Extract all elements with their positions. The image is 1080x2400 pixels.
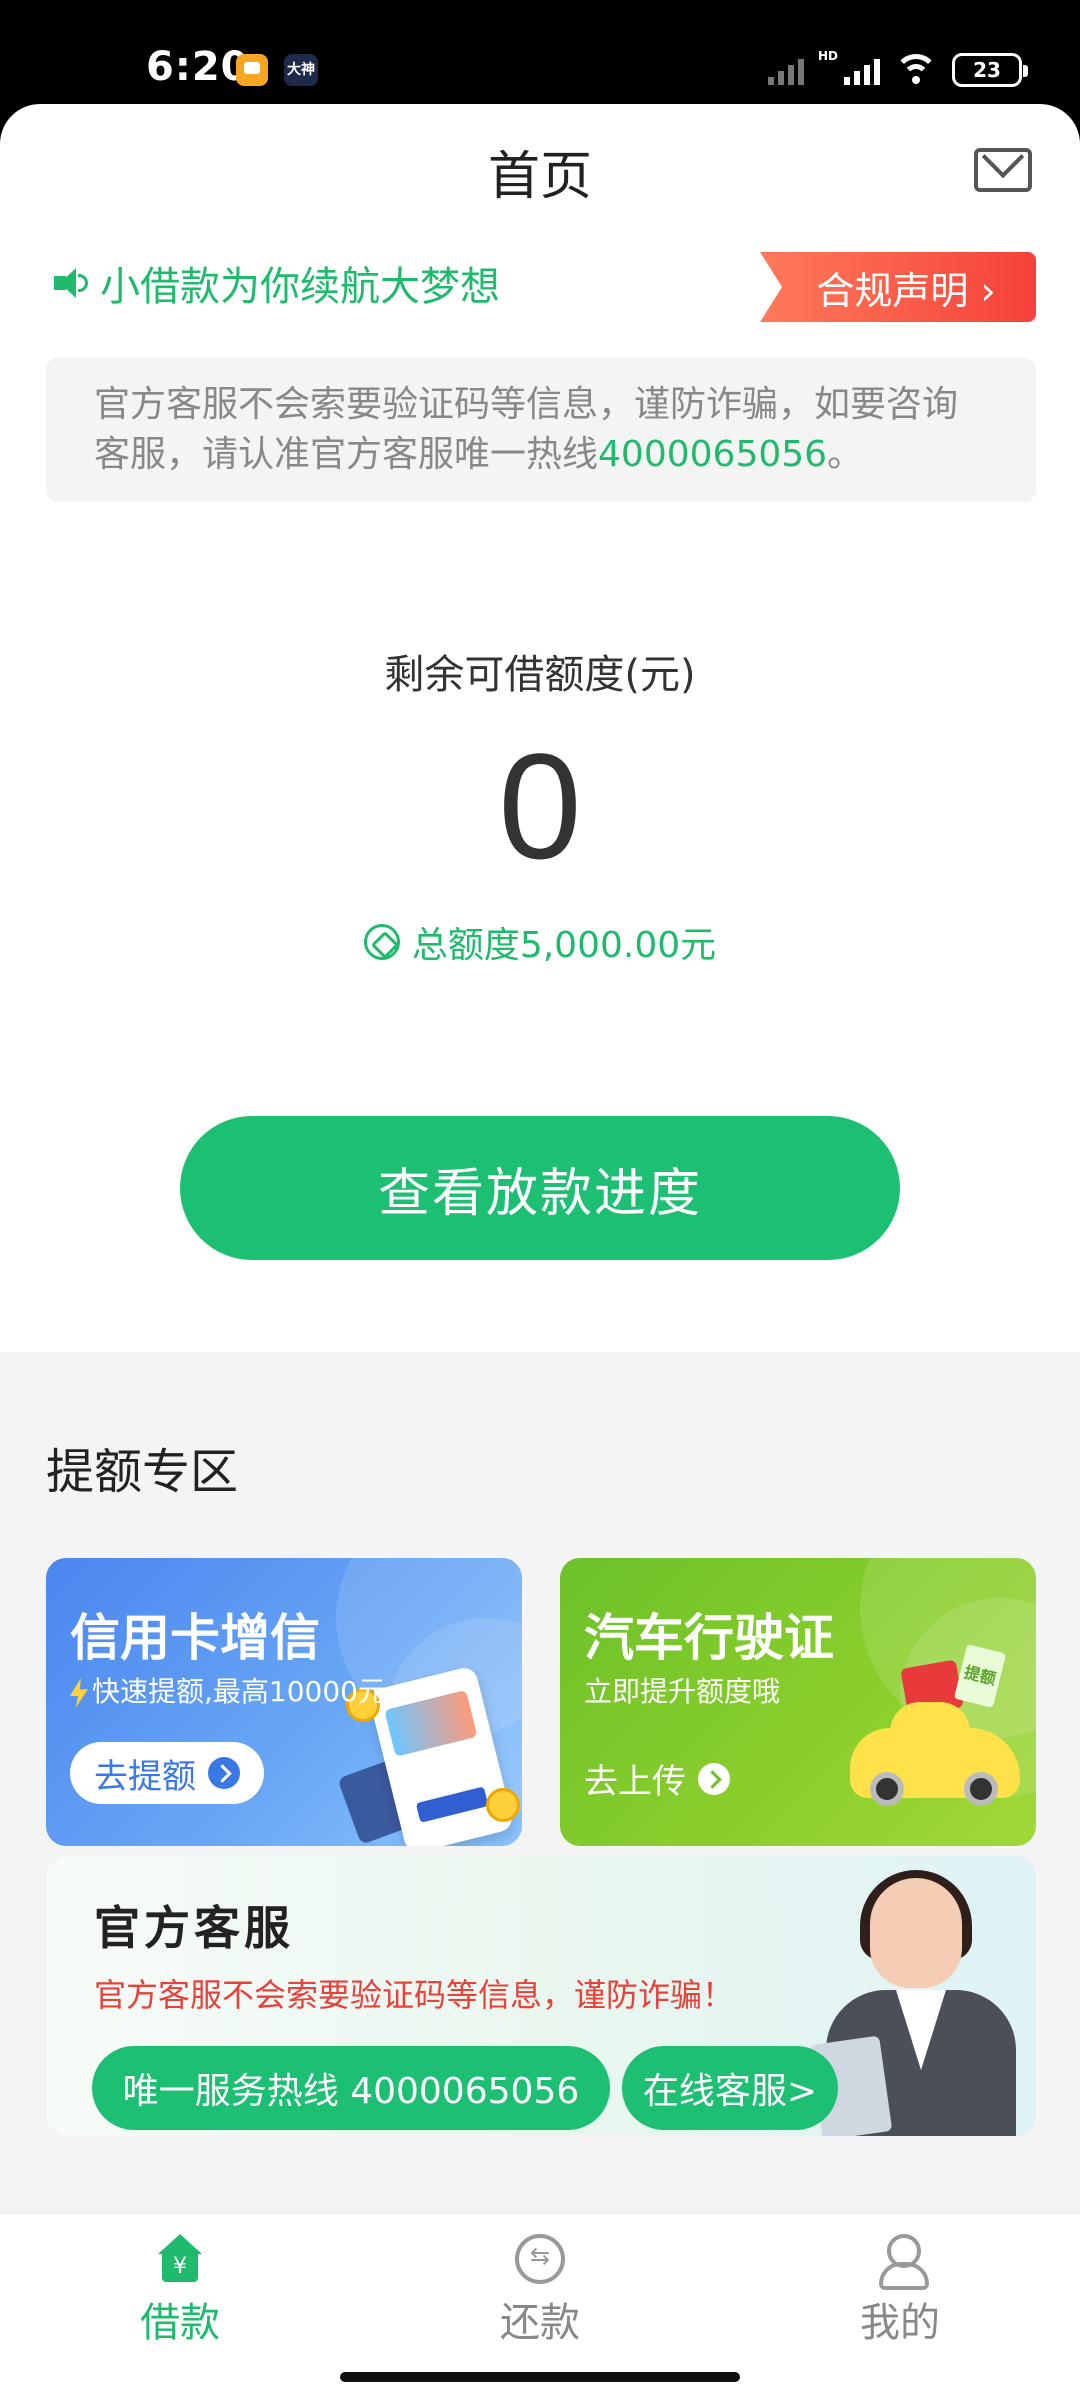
tab-repay-label: 还款 xyxy=(500,2300,580,2346)
tab-repay[interactable]: 还款 xyxy=(440,2234,640,2348)
total-quota: 总额度5,000.00元 xyxy=(0,916,1080,968)
arrow-right-circle-icon xyxy=(698,1762,730,1795)
credit-card-boost-title: 信用卡增信 xyxy=(70,1609,320,1667)
shield-icon xyxy=(363,924,400,960)
speaker-icon xyxy=(52,266,90,300)
tab-borrow-label: 借款 xyxy=(140,2300,220,2346)
status-indicators: HD 23 xyxy=(767,49,1028,90)
notice-suffix: 。 xyxy=(827,434,864,475)
battery-level: 23 xyxy=(973,58,1001,82)
tab-borrow[interactable]: 借款 xyxy=(80,2234,280,2348)
notification-app-icon xyxy=(236,54,268,86)
home-indicator[interactable] xyxy=(340,2372,740,2382)
total-quota-text: 总额度5,000.00元 xyxy=(411,925,717,966)
available-quota-label: 剩余可借额度(元) xyxy=(384,652,696,698)
raise-limit-label: 去提额 xyxy=(94,1756,196,1797)
online-service-button[interactable]: 在线客服> xyxy=(622,2046,838,2130)
vehicle-license-boost-title: 汽车行驶证 xyxy=(584,1609,834,1667)
lightning-icon xyxy=(70,1678,88,1708)
status-bar: 6:20 大神 HD 23 xyxy=(0,0,1080,110)
service-title: 官方客服 xyxy=(94,1901,294,1955)
announcement-bar: 小借款为你续航大梦想 xyxy=(52,254,500,312)
credit-card-boost-subtitle: 快速提额,最高10000元 xyxy=(70,1670,386,1710)
anti-fraud-notice: 官方客服不会索要验证码等信息，谨防诈骗，如要咨询客服，请认准官方客服唯一热线40… xyxy=(46,358,1036,502)
tab-mine[interactable]: 我的 xyxy=(800,2234,1000,2348)
raise-limit-button[interactable]: 去提额 xyxy=(70,1742,264,1804)
upload-button[interactable]: 去上传 xyxy=(584,1754,730,1803)
credit-card-boost-card[interactable]: 信用卡增信 快速提额,最高10000元 去提额 xyxy=(46,1558,522,1846)
dashen-app-icon: 大神 xyxy=(284,54,318,86)
repay-icon xyxy=(515,2234,565,2284)
service-agent-illustration xyxy=(809,1870,1030,2136)
vehicle-license-boost-card[interactable]: 提额 汽车行驶证 立即提升额度哦 去上传 xyxy=(560,1558,1036,1846)
signal-icon-sim2 xyxy=(844,55,880,85)
car-illustration xyxy=(850,1702,1020,1806)
mail-icon[interactable] xyxy=(974,148,1032,192)
coin-icon xyxy=(486,1788,520,1822)
view-disbursement-progress-button[interactable]: 查看放款进度 xyxy=(180,1116,900,1260)
arrow-right-circle-icon xyxy=(208,1757,240,1789)
upload-label: 去上传 xyxy=(584,1762,686,1802)
user-icon xyxy=(875,2234,929,2290)
service-warning: 官方客服不会索要验证码等信息，谨防诈骗！ xyxy=(94,1976,735,2014)
available-quota-value: 0 xyxy=(498,722,582,890)
compliance-statement-button[interactable]: 合规声明 › xyxy=(760,252,1036,322)
boost-section-title: 提额专区 xyxy=(46,1444,239,1500)
hd-label: HD xyxy=(817,49,838,63)
hotline-button[interactable]: 唯一服务热线 4000065056 xyxy=(92,2046,610,2130)
wifi-icon xyxy=(894,54,938,86)
signal-icon-sim1 xyxy=(767,55,804,85)
announcement-text: 小借款为你续航大梦想 xyxy=(100,264,500,310)
home-page: 首页 小借款为你续航大梦想 合规声明 › 官方客服不会索要验证码等信息，谨防诈骗… xyxy=(0,104,1080,2400)
home-icon xyxy=(155,2234,205,2284)
battery-icon: 23 xyxy=(952,53,1028,87)
notice-hotline[interactable]: 4000065056 xyxy=(598,434,827,475)
official-service-banner: 官方客服 官方客服不会索要验证码等信息，谨防诈骗！ 唯一服务热线 4000065… xyxy=(46,1856,1036,2136)
status-time: 6:20 xyxy=(146,44,250,90)
page-title: 首页 xyxy=(487,147,592,207)
tab-mine-label: 我的 xyxy=(860,2300,940,2346)
vehicle-license-boost-subtitle: 立即提升额度哦 xyxy=(584,1675,781,1708)
